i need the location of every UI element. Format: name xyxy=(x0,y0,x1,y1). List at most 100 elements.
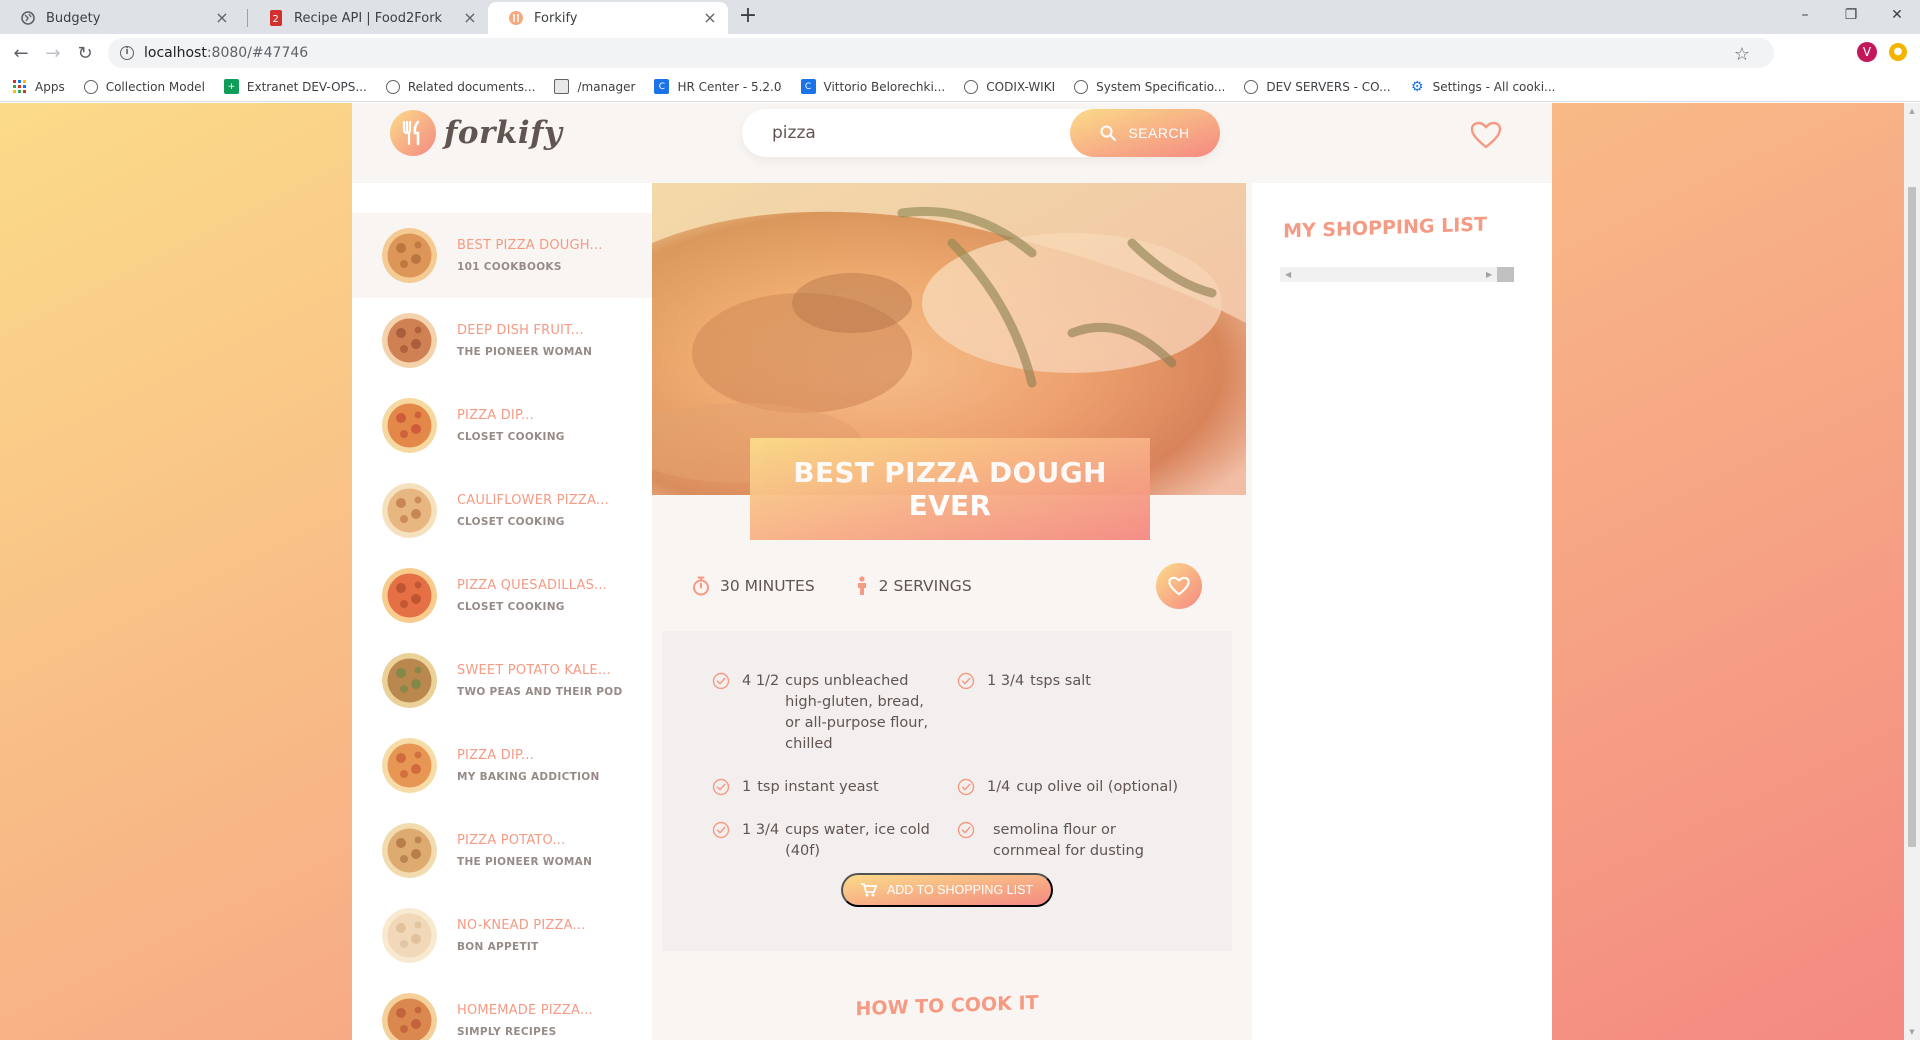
recipe-time: 30 MINUTES xyxy=(692,576,815,596)
tab-budgety[interactable]: Budgety × xyxy=(0,2,240,34)
ingredient-item: 1 tsp instant yeast xyxy=(712,777,937,798)
forward-arrow-icon[interactable]: → xyxy=(40,40,66,66)
back-arrow-icon[interactable]: ← xyxy=(8,40,34,66)
food2fork-icon: 2 xyxy=(268,10,284,26)
page-scroll-thumb[interactable] xyxy=(1908,187,1916,847)
extension-icon[interactable]: ● xyxy=(1889,43,1907,61)
result-item[interactable]: SWEET POTATO KALE... TWO PEAS AND THEIR P… xyxy=(352,638,652,723)
shopping-list-heading: MY SHOPPING LIST xyxy=(1283,213,1487,243)
close-icon[interactable]: × xyxy=(214,10,230,26)
result-text: PIZZA QUESADILLAS... CLOSET COOKING xyxy=(457,578,607,613)
likes-heart-icon[interactable] xyxy=(1468,117,1504,153)
result-thumbnail xyxy=(382,738,437,793)
new-tab-button[interactable]: + xyxy=(736,5,760,29)
bookmark-related-documents[interactable]: Related documents... xyxy=(385,79,535,94)
result-title: PIZZA DIP... xyxy=(457,408,534,423)
result-item[interactable]: BEST PIZZA DOUGH... 101 COOKBOOKS xyxy=(352,213,652,298)
tab-title: Budgety xyxy=(46,10,101,26)
confluence-icon: C xyxy=(800,79,816,94)
result-title: PIZZA POTATO... xyxy=(457,833,566,848)
profile-avatar[interactable]: V xyxy=(1857,42,1877,62)
tab-food2fork[interactable]: 2 Recipe API | Food2Fork × xyxy=(248,2,488,34)
reload-icon[interactable]: ↻ xyxy=(72,40,98,66)
result-item[interactable]: CAULIFLOWER PIZZA... CLOSET COOKING xyxy=(352,468,652,553)
bookmark-apps[interactable]: Apps xyxy=(12,79,65,94)
tab-forkify[interactable]: Forkify × xyxy=(488,2,728,34)
bookmark-system-specification[interactable]: System Specificatio... xyxy=(1074,79,1225,94)
result-text: PIZZA DIP... CLOSET COOKING xyxy=(457,408,565,443)
bookmark-label: Extranet DEV-OPS... xyxy=(246,79,367,94)
result-item[interactable]: PIZZA DIP... MY BAKING ADDICTION xyxy=(352,723,652,808)
shopping-list-scrollbar[interactable]: ◀ ▶ xyxy=(1280,267,1514,282)
ingredient-text: cup olive oil (optional) xyxy=(1016,779,1178,795)
add-to-shopping-list-button[interactable]: ADD TO SHOPPING LIST xyxy=(841,873,1053,907)
check-circle-icon xyxy=(957,778,977,798)
bookmark-star-icon[interactable]: ☆ xyxy=(1734,44,1750,65)
globe-icon xyxy=(83,79,98,94)
bookmark-collection-model[interactable]: Collection Model xyxy=(83,79,205,94)
result-title: BEST PIZZA DOUGH... xyxy=(457,238,603,253)
scroll-up-icon[interactable]: ▲ xyxy=(1908,107,1916,115)
ingredient-item: 1 3/4 cups water, ice cold (40f) xyxy=(712,820,937,862)
scroll-down-icon[interactable]: ▼ xyxy=(1908,1028,1916,1036)
recipe-panel: BEST PIZZA DOUGH EVER 30 MINUTES 2 SERVI… xyxy=(652,183,1246,1040)
search-input[interactable] xyxy=(742,123,1070,143)
result-text: CAULIFLOWER PIZZA... CLOSET COOKING xyxy=(457,493,609,528)
recipe-time-unit: MINUTES xyxy=(744,577,815,595)
shopping-cart-icon xyxy=(860,883,877,897)
ingredient-text: tsp instant yeast xyxy=(757,779,879,795)
recipe-title-banner: BEST PIZZA DOUGH EVER xyxy=(750,417,1150,561)
info-icon[interactable]: i xyxy=(120,46,134,60)
minimize-button[interactable]: – xyxy=(1782,0,1828,30)
result-item[interactable]: PIZZA DIP... CLOSET COOKING xyxy=(352,383,652,468)
result-item[interactable]: DEEP DISH FRUIT... THE PIONEER WOMAN xyxy=(352,298,652,383)
ingredient-count: 4 1/2 xyxy=(742,673,780,689)
check-circle-icon xyxy=(957,672,977,755)
search-form: SEARCH xyxy=(742,109,1220,157)
ingredient-text: tsps salt xyxy=(1030,673,1091,689)
bookmark-manager[interactable]: /manager xyxy=(554,79,635,94)
globe-icon xyxy=(385,79,400,94)
page-scrollbar[interactable]: ▲ ▼ xyxy=(1904,103,1920,1040)
check-circle-icon xyxy=(712,778,732,798)
result-item[interactable]: PIZZA QUESADILLAS... CLOSET COOKING xyxy=(352,553,652,638)
ingredient-count: 1 3/4 xyxy=(742,822,780,838)
result-title: NO-KNEAD PIZZA... xyxy=(457,918,586,933)
bookmark-settings-cookies[interactable]: ⚙ Settings - All cooki... xyxy=(1410,79,1556,95)
forkify-logo[interactable]: forkify xyxy=(390,110,562,156)
forkify-icon xyxy=(508,10,524,26)
result-item[interactable]: HOMEMADE PIZZA... SIMPLY RECIPES xyxy=(352,978,652,1040)
check-circle-icon xyxy=(712,672,732,755)
globe-icon xyxy=(1244,79,1259,94)
bookmark-codix-wiki[interactable]: CODIX-WIKI xyxy=(964,79,1055,94)
browser-tab-bar: Budgety × 2 Recipe API | Food2Fork × For… xyxy=(0,0,1920,34)
recipe-like-button[interactable] xyxy=(1156,563,1202,609)
bookmark-extranet[interactable]: + Extranet DEV-OPS... xyxy=(223,79,367,94)
bookmark-hr-center[interactable]: C HR Center - 5.2.0 xyxy=(654,79,782,94)
bookmark-dev-servers[interactable]: DEV SERVERS - CO... xyxy=(1244,79,1391,94)
scroll-right-icon[interactable]: ▶ xyxy=(1486,270,1492,279)
recipe-ingredients: 4 1/2 cups unbleached high-gluten, bread,… xyxy=(662,631,1232,951)
restore-button[interactable]: ❐ xyxy=(1828,0,1874,30)
search-button[interactable]: SEARCH xyxy=(1070,109,1220,157)
result-item[interactable]: NO-KNEAD PIZZA... BON APPETIT xyxy=(352,893,652,978)
close-window-button[interactable]: ✕ xyxy=(1874,0,1920,30)
result-thumbnail xyxy=(382,993,437,1040)
close-icon[interactable]: × xyxy=(462,10,478,26)
bookmark-vittorio[interactable]: C Vittorio Belorechki... xyxy=(800,79,945,94)
result-text: BEST PIZZA DOUGH... 101 COOKBOOKS xyxy=(457,238,603,273)
result-item[interactable]: PIZZA POTATO... THE PIONEER WOMAN xyxy=(352,808,652,893)
ingredient-item: 4 1/2 cups unbleached high-gluten, bread,… xyxy=(712,671,937,755)
ingredient-text: semolina flour or cornmeal for dusting xyxy=(993,822,1144,859)
result-thumbnail xyxy=(382,908,437,963)
result-thumbnail xyxy=(382,313,437,368)
result-author: THE PIONEER WOMAN xyxy=(457,346,593,358)
bookmarks-bar: Apps Collection Model + Extranet DEV-OPS… xyxy=(0,72,1920,102)
close-icon[interactable]: × xyxy=(702,10,718,26)
address-bar[interactable]: i localhost:8080/#47746 ☆ xyxy=(108,38,1774,68)
scroll-thumb[interactable] xyxy=(1497,267,1514,282)
ingredient-item: 1 3/4 tsps salt xyxy=(957,671,1182,755)
result-text: SWEET POTATO KALE... TWO PEAS AND THEIR P… xyxy=(457,663,623,698)
result-author: CLOSET COOKING xyxy=(457,601,565,613)
scroll-left-icon[interactable]: ◀ xyxy=(1285,270,1291,279)
